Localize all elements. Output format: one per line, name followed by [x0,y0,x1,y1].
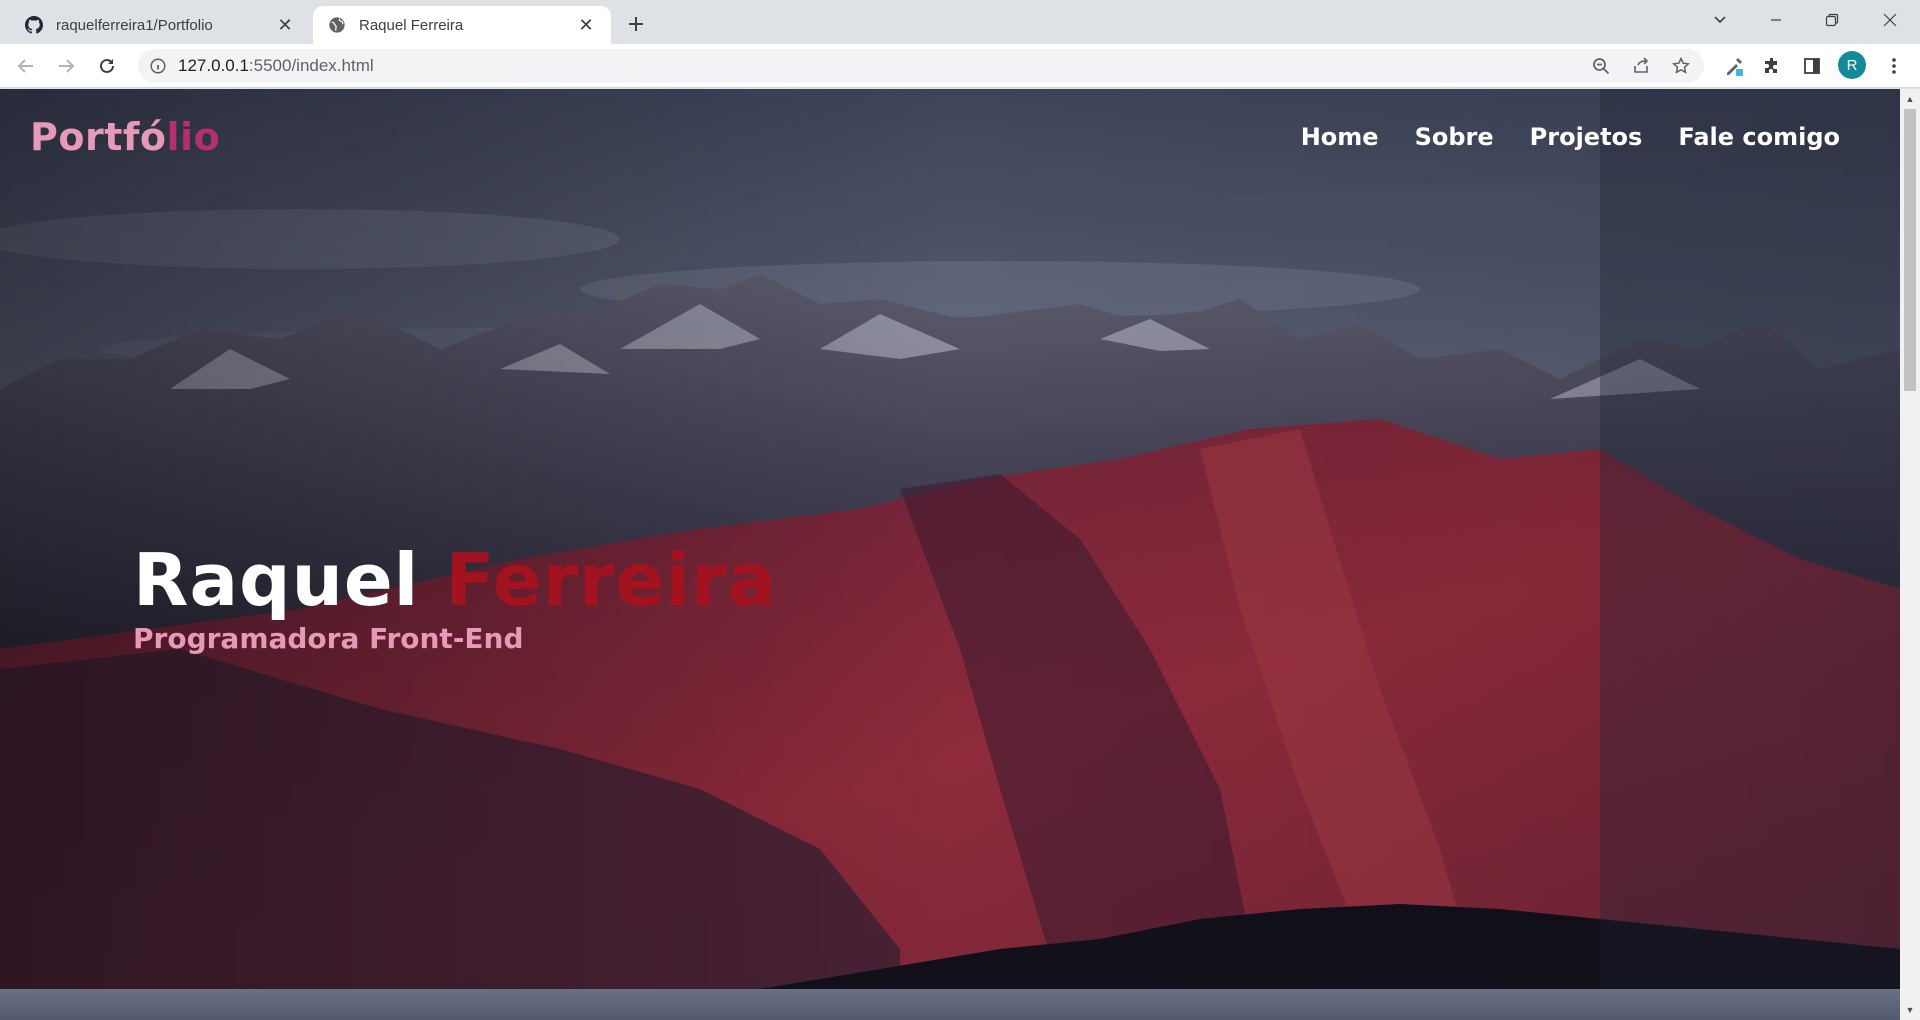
site-logo[interactable]: Portfólio [30,115,220,159]
hero-role: Programadora Front-End [133,622,524,655]
more-menu-icon[interactable] [1878,50,1910,82]
page-viewport: Portfólio Home Sobre Projetos Fale comig… [0,89,1920,1020]
restore-button[interactable] [1804,0,1860,40]
browser-toolbar: 127.0.0.1:5500/index.html R [0,44,1920,88]
browser-tab-github[interactable]: raquelferreira1/Portfolio ✕ [10,6,310,44]
hero-headline: Raquel Ferreira Programadora Front-End [133,544,777,655]
tab-title: Raquel Ferreira [359,16,464,34]
back-button[interactable] [10,50,42,82]
page-scrollbar[interactable]: ▲ ▼ [1900,89,1920,1020]
minimize-button[interactable] [1748,0,1804,40]
color-picker-extension-icon[interactable] [1718,50,1750,82]
browser-tab-portfolio[interactable]: Raquel Ferreira ✕ [313,6,611,44]
site-info-icon[interactable] [148,56,168,76]
nav-link-sobre[interactable]: Sobre [1415,123,1494,151]
reload-button[interactable] [91,50,123,82]
extensions-icon[interactable] [1756,50,1788,82]
scroll-down-arrow[interactable]: ▼ [1900,1002,1920,1018]
share-icon[interactable] [1626,51,1656,81]
bookmark-star-icon[interactable] [1666,51,1696,81]
close-window-button[interactable] [1862,0,1918,40]
tab-title: raquelferreira1/Portfolio [56,16,213,34]
nav-link-fale-comigo[interactable]: Fale comigo [1678,123,1840,151]
nav-link-home[interactable]: Home [1301,123,1379,151]
side-panel-icon[interactable] [1796,50,1828,82]
url-text: 127.0.0.1:5500/index.html [178,56,374,75]
zoom-icon[interactable] [1586,51,1616,81]
main-nav: Home Sobre Projetos Fale comigo [1301,123,1840,151]
hero-name: Raquel Ferreira [133,538,778,622]
scroll-thumb[interactable] [1904,109,1916,391]
close-tab-icon[interactable]: ✕ [575,14,597,36]
close-tab-icon[interactable]: ✕ [274,14,296,36]
tab-search-button[interactable] [1692,0,1748,40]
forward-button[interactable] [50,50,82,82]
github-icon [24,15,44,35]
address-bar[interactable]: 127.0.0.1:5500/index.html [138,49,1704,83]
next-section-preview [0,989,1900,1020]
globe-icon [327,15,347,35]
scroll-up-arrow[interactable]: ▲ [1900,91,1920,107]
new-tab-button[interactable] [620,8,652,40]
profile-avatar[interactable]: R [1838,51,1866,79]
hero-section: Portfólio Home Sobre Projetos Fale comig… [0,89,1900,989]
browser-tab-strip: raquelferreira1/Portfolio ✕ Raquel Ferre… [0,0,1920,44]
nav-link-projetos[interactable]: Projetos [1530,123,1643,151]
